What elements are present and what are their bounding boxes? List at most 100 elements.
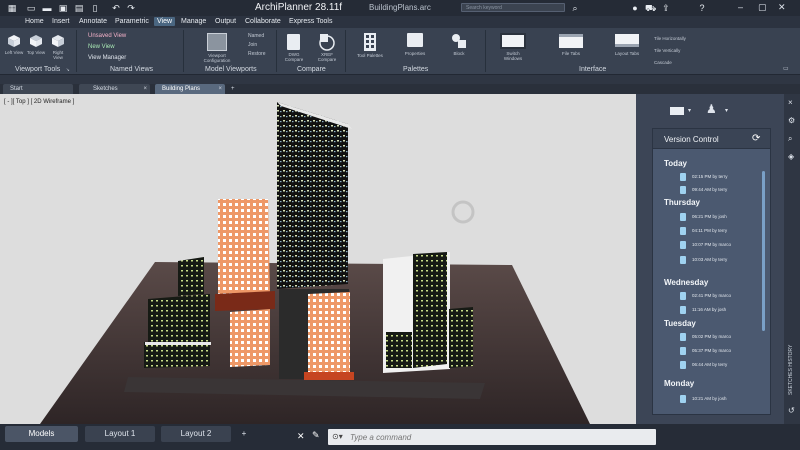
new-view-button[interactable]: New View [88,44,115,50]
tab-label: Sketches [93,86,118,92]
right-view-icon[interactable] [51,34,65,48]
tab-start[interactable]: Start [3,84,73,94]
properties-icon[interactable] [407,33,423,47]
cart-icon[interactable]: ⛟ [645,3,656,13]
tab-models[interactable]: Models [5,426,78,442]
properties-label: Properties [404,51,426,56]
top-view-label: Top View [26,50,46,55]
open-folder-icon[interactable]: ▬ [42,3,52,13]
title-bar: ▦ ▭ ▬ ▣ ▤ ▯ ↶ ↷ ArchiPlanner 28.11f Buil… [0,0,800,16]
dwg-compare-icon[interactable] [287,34,300,50]
ribbon-separator [485,30,486,72]
switch-windows-label: Switch Windows [503,51,523,61]
tab-layout-2[interactable]: Layout 2 [161,426,231,442]
command-history-icon[interactable]: ⊙▾ [332,432,343,441]
add-layout-icon[interactable]: + [237,426,251,442]
share-icon[interactable]: ⇪ [661,3,671,13]
xref-compare-label: XREF Compare [317,52,337,62]
tab-label: Start [10,86,23,92]
unsaved-view-dropdown[interactable]: Unsaved View [88,33,126,39]
model-viewport[interactable]: [ - ][ Top ] [ 2D Wireframe ] [0,94,636,424]
minimize-icon[interactable]: – [738,2,743,12]
city-model-render [40,102,590,424]
tab-label: Building Plans [162,86,201,92]
search-icon[interactable]: ⌕ [570,3,580,13]
tile-horizontally-button[interactable]: Tile Horizontally [654,36,686,41]
save-as-icon[interactable]: ▤ [74,3,84,13]
document-icon [680,213,686,221]
scrollbar[interactable] [762,171,765,331]
close-icon[interactable]: ✕ [778,2,786,13]
compare-label: Compare [297,66,326,73]
close-tab-icon[interactable]: × [143,84,147,94]
chevron-down-icon[interactable]: ▾ [688,107,691,114]
settings-icon[interactable]: ⚙ [788,116,795,125]
file-tabs-icon[interactable] [559,34,583,48]
user-icon[interactable]: ♟ [706,102,717,116]
block-icon[interactable] [450,33,468,49]
print-icon[interactable]: ▯ [90,3,100,13]
tab-sketches[interactable]: Sketches × [79,84,150,94]
search-icon[interactable]: ⌕ [788,134,792,144]
join-viewports-button[interactable]: Join [248,43,257,48]
document-icon [680,227,686,235]
save-icon[interactable]: ▣ [58,3,68,13]
menu-express-tools[interactable]: Express Tools [286,17,335,26]
search-input[interactable]: Search keyword [461,3,565,12]
menu-view[interactable]: View [154,17,176,26]
menu-parametric[interactable]: Parametric [112,17,152,26]
cascade-button[interactable]: Cascade [654,60,672,65]
sketches-history-tab[interactable]: SKETCHES HISTORY [788,345,794,395]
ribbon-collapse-icon[interactable]: ▭ [783,66,789,72]
undo-icon[interactable]: ↶ [111,3,121,13]
layout-toggle-icon[interactable] [668,105,686,117]
customize-icon[interactable]: ✎ [312,430,320,441]
menu-insert[interactable]: Insert [49,17,73,26]
redo-icon[interactable]: ↷ [126,3,136,13]
watermark-icon [451,200,475,224]
view-manager-button[interactable]: View Manager [88,55,126,61]
document-icon [680,333,686,341]
top-view-icon[interactable] [29,34,43,48]
tab-layout-1[interactable]: Layout 1 [85,426,155,442]
menu-home[interactable]: Home [22,17,47,26]
viewport-configuration-icon[interactable] [207,33,227,51]
xref-compare-icon[interactable] [317,33,337,51]
document-icon [680,186,686,194]
layout-tabs-icon[interactable] [615,34,639,47]
close-command-icon[interactable]: ✕ [297,431,305,442]
ribbon-separator [345,30,346,72]
tab-building-plans[interactable]: Building Plans × [155,84,225,94]
help-icon[interactable]: ? [697,3,707,13]
maximize-icon[interactable]: ▢ [758,2,767,13]
refresh-icon[interactable]: ⟳ [752,133,760,144]
ribbon-separator [183,30,184,72]
command-input[interactable] [350,432,650,442]
menu-collaborate[interactable]: Collaborate [242,17,284,26]
user-icon[interactable]: ● [630,3,640,13]
bottom-bar: Models Layout 1 Layout 2 + ✕ ✎ ⊙▾ [0,424,800,450]
orange-tower [218,199,270,294]
menu-output[interactable]: Output [212,17,239,26]
named-viewports-button[interactable]: Named [248,34,264,39]
menu-annotate[interactable]: Annotate [76,17,110,26]
left-view-icon[interactable] [7,34,21,48]
right-view-label: Right View [52,50,64,60]
tile-vertically-button[interactable]: Tile Vertically [654,48,680,53]
history-icon[interactable]: ↺ [788,406,795,415]
expand-icon[interactable]: ↘ [66,67,70,72]
layers-icon[interactable]: ◈ [788,152,794,161]
menu-manage[interactable]: Manage [178,17,209,26]
new-tab-icon[interactable]: + [229,84,239,94]
ribbon: Left View Top View Right View Viewport T… [0,28,800,75]
app-title: ArchiPlanner 28.11f [255,2,343,13]
app-logo-icon[interactable]: ▦ [7,3,17,13]
restore-viewports-button[interactable]: Restore [248,52,266,57]
tool-palettes-icon[interactable] [363,32,377,52]
orange-center-building [308,292,350,374]
new-file-icon[interactable]: ▭ [26,3,36,13]
switch-windows-icon[interactable] [500,33,526,49]
close-panel-icon[interactable]: × [788,98,793,107]
close-tab-icon[interactable]: × [218,84,222,94]
chevron-down-icon[interactable]: ▾ [725,107,728,114]
